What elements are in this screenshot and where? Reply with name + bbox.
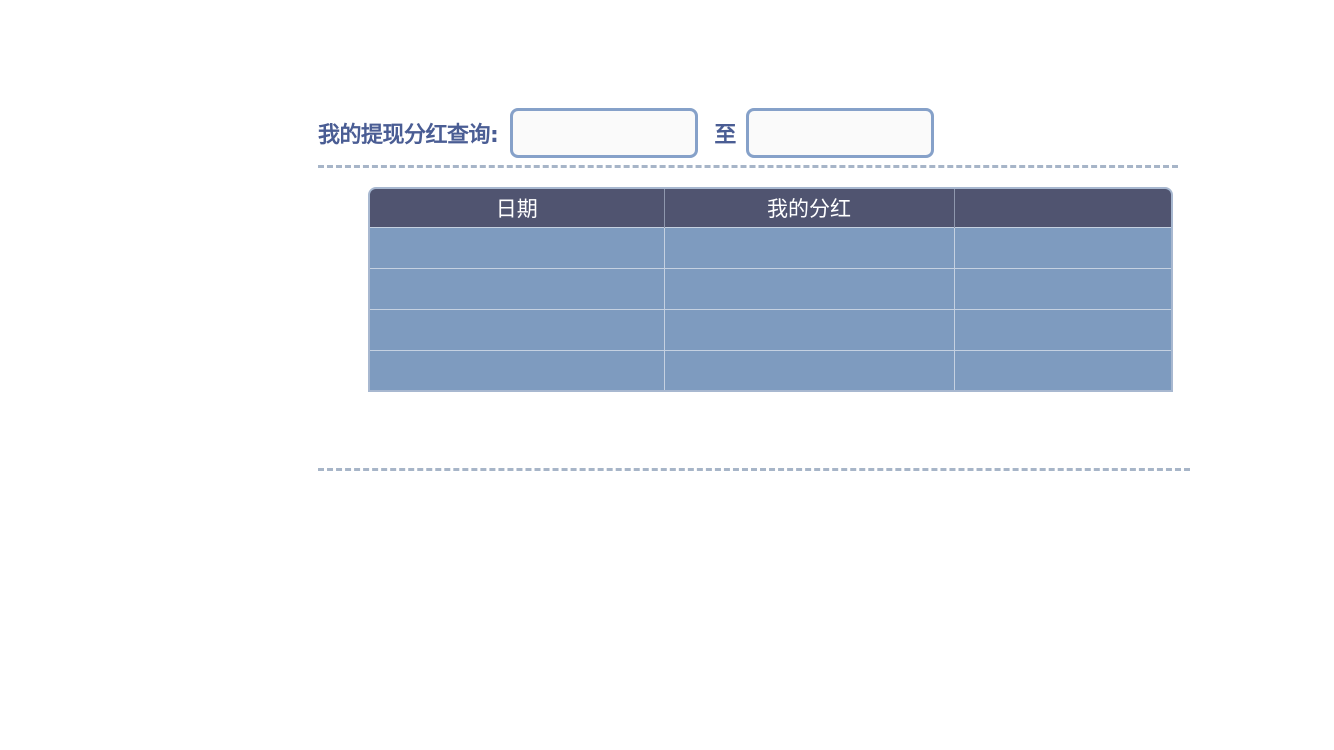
query-label: 我的提现分红查询: [318, 123, 499, 148]
dividend-query-page: 我的提现分红查询: 至 日期 我的分红 [0, 0, 1334, 750]
table-cell [954, 309, 1171, 351]
table-cell [370, 309, 665, 351]
column-header-date: 日期 [370, 189, 665, 228]
table-cell [664, 268, 955, 310]
bottom-dashed-divider [318, 468, 1190, 471]
table-cell [664, 309, 955, 351]
table-cell [370, 268, 665, 310]
table-cell [664, 350, 955, 390]
table-row [370, 309, 1171, 351]
table-cell [664, 227, 955, 269]
table-header-row: 日期 我的分红 [370, 189, 1171, 228]
table-row [370, 350, 1171, 390]
dividend-table-container: 日期 我的分红 [368, 187, 1173, 392]
table-cell [954, 350, 1171, 390]
table-cell [370, 227, 665, 269]
start-date-input[interactable] [510, 108, 699, 158]
end-date-input[interactable] [746, 108, 935, 158]
table-row [370, 227, 1171, 269]
table-cell [954, 268, 1171, 310]
table-cell [954, 227, 1171, 269]
table-row [370, 268, 1171, 310]
table-cell [370, 350, 665, 390]
top-dashed-divider [318, 165, 1178, 168]
query-row: 我的提现分红查询: 至 [318, 108, 935, 158]
date-range-separator: 至 [714, 123, 737, 148]
column-header-extra [954, 189, 1171, 228]
dividend-table: 日期 我的分红 [370, 189, 1171, 390]
column-header-my-dividend: 我的分红 [664, 189, 955, 228]
